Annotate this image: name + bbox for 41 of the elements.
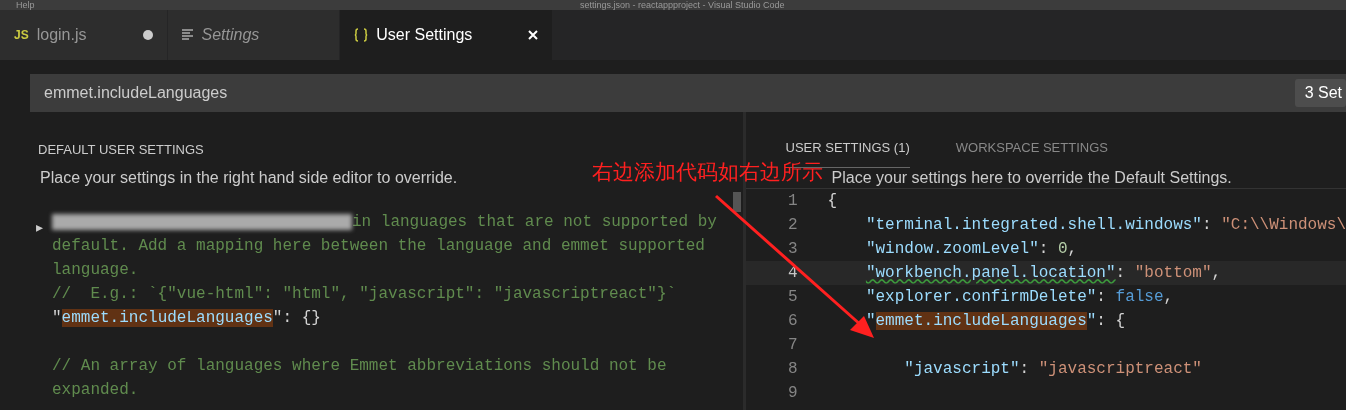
js-file-icon: JS bbox=[14, 26, 29, 44]
editor-tab[interactable]: JS login.js bbox=[0, 10, 168, 60]
code-line: // E.g.: `{"vue-html": "html", "javascript": "javascriptreact"}` bbox=[52, 285, 677, 303]
scrollbar-thumb[interactable] bbox=[732, 192, 741, 212]
result-count: 3 Set bbox=[1294, 79, 1346, 107]
line-number: 8 bbox=[786, 359, 798, 380]
close-icon[interactable] bbox=[528, 30, 539, 40]
code-line: "explorer.confirmDelete": false, bbox=[864, 287, 1174, 308]
line-number: 7 bbox=[786, 335, 798, 356]
search-field[interactable]: emmet.includeLanguages 3 Set bbox=[30, 74, 1346, 112]
editor-tab[interactable]: Settings bbox=[167, 10, 341, 60]
code-line: in languages that are not supported by bbox=[52, 213, 717, 231]
line-number: 1 bbox=[786, 191, 798, 212]
line-number: 5 bbox=[786, 287, 798, 308]
code-line: // An array of languages where Emmet abbreviations should not be bbox=[52, 357, 667, 375]
line-number: 9 bbox=[786, 383, 798, 404]
braces-icon bbox=[354, 28, 369, 42]
code-line: "workbench.panel.location": "bottom", bbox=[864, 263, 1222, 284]
code-line: "javascript": "javascriptreact" bbox=[903, 359, 1202, 380]
line-number: 3 bbox=[786, 239, 798, 260]
pane-description: Place your settings here to override the Default Settings. bbox=[831, 168, 1232, 188]
editor-tab[interactable]: User Settings bbox=[340, 10, 554, 60]
line-number: 4 bbox=[786, 263, 798, 284]
line-number: 6 bbox=[786, 311, 798, 332]
code-line: "emmet.includeLanguages": {} bbox=[52, 309, 321, 327]
dirty-dot-icon bbox=[142, 30, 153, 40]
code-line: default. Add a mapping here between the language and emmet supported bbox=[52, 237, 705, 255]
line-number: 2 bbox=[786, 215, 798, 236]
code-line: "window.zoomLevel": 0, bbox=[864, 239, 1078, 260]
pane-header: DEFAULT USER SETTINGS bbox=[37, 141, 205, 159]
menu-item[interactable]: Help bbox=[16, 0, 35, 10]
code-line: expanded. bbox=[52, 381, 139, 399]
search-value: emmet.includeLanguages bbox=[44, 83, 228, 103]
pane-description: Place your settings in the right hand side editor to override. bbox=[40, 168, 458, 188]
lines-icon bbox=[181, 29, 194, 41]
code-line: { bbox=[827, 191, 838, 212]
window-title: settings.json - reactappproject - Visual Studio Code bbox=[580, 0, 785, 10]
code-line: "terminal.integrated.shell.windows": "C:\\Windows\ bbox=[864, 215, 1346, 236]
settings-tab[interactable]: WORKSPACE SETTINGS bbox=[955, 136, 1108, 168]
code-line: language. bbox=[52, 261, 139, 279]
fold-arrow-icon[interactable]: ▸ bbox=[36, 220, 43, 234]
